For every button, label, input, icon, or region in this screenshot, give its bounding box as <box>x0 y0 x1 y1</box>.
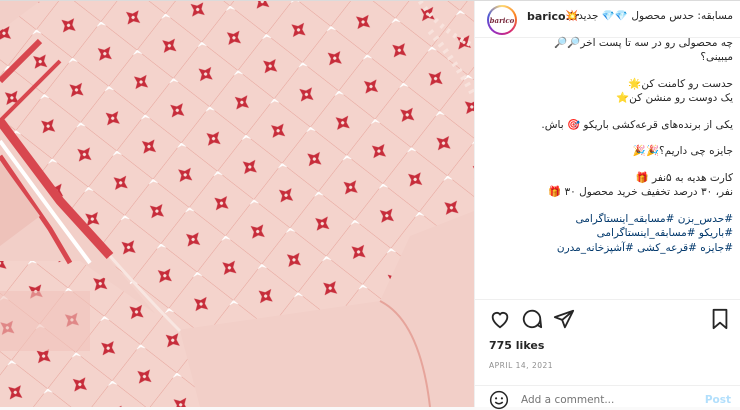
likes-count[interactable]: 775 likes <box>489 339 544 352</box>
caption-area: مسابقه: حدس محصول 💎💎 جدید💥 چه محصولی رو … <box>475 5 740 295</box>
post-frame: barico barico.ir مسابقه: حدس محصول 💎💎 جد… <box>0 0 740 410</box>
hashtags[interactable]: #حدس_بزن #مسابقه_اینستاگرامی #باریکو #مس… <box>525 212 733 256</box>
post-button[interactable]: Post <box>705 394 731 406</box>
comment-icon[interactable] <box>521 308 543 330</box>
caption-line: مسابقه: حدس محصول 💎💎 جدید💥 <box>565 10 733 22</box>
bookmark-icon[interactable] <box>709 308 731 330</box>
caption-line: کارت هدیه به ۵نفر 🎁 نفر، ۳۰ درصد تخفیف خ… <box>548 171 733 199</box>
comment-bar: Post <box>475 385 740 410</box>
photo-artwork <box>0 1 474 407</box>
post-date: APRIL 14, 2021 <box>489 361 554 370</box>
post-panel: barico barico.ir مسابقه: حدس محصول 💎💎 جد… <box>474 1 740 410</box>
emoji-icon[interactable] <box>489 390 509 410</box>
action-bar <box>475 299 740 340</box>
comment-input[interactable] <box>521 394 691 406</box>
caption-line: حدست رو کامنت کن🌟 یک دوست رو منشن کن⭐ <box>616 77 733 105</box>
share-icon[interactable] <box>553 308 575 330</box>
caption: مسابقه: حدس محصول 💎💎 جدید💥 چه محصولی رو … <box>525 9 733 267</box>
caption-line: چه محصولی رو در سه تا پست اخر🔎🔎 میبینی؟ <box>554 36 733 64</box>
caption-line: جایزه چی داریم؟🎉🎉 <box>632 145 733 157</box>
caption-line: یکی از برنده‌های قرعه‌کشی باریکو 🎯 باش. <box>541 118 733 131</box>
post-photo[interactable] <box>0 1 474 407</box>
heart-icon[interactable] <box>489 308 511 330</box>
